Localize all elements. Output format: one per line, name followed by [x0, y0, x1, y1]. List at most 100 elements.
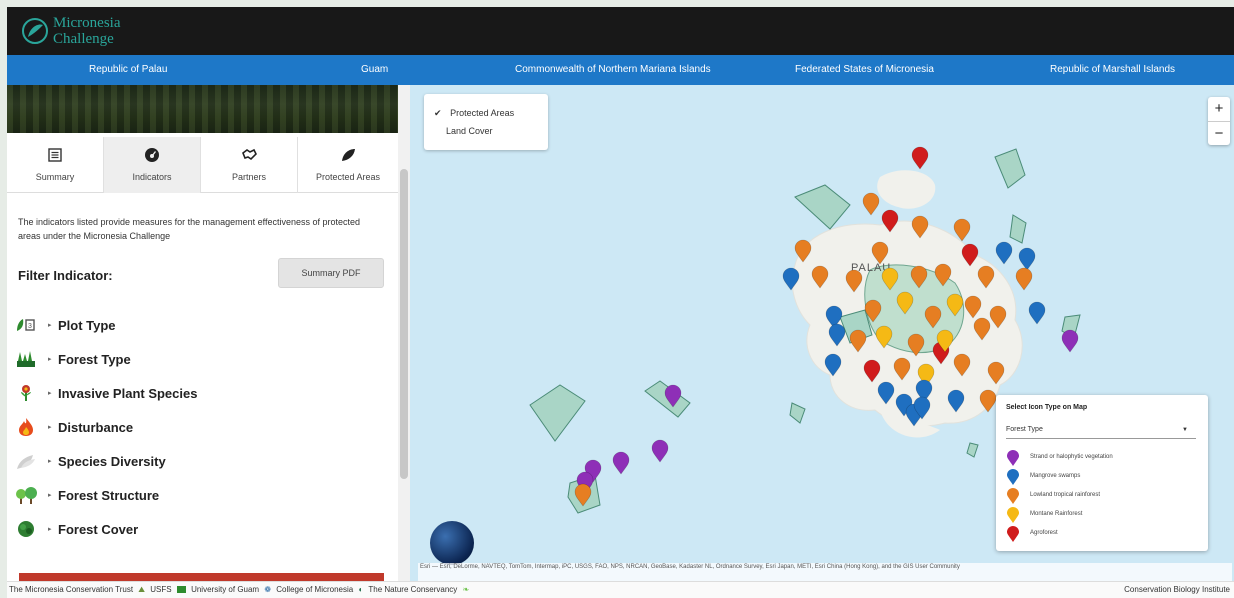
protected-area-rock — [789, 402, 806, 424]
map-marker[interactable] — [651, 439, 669, 463]
handshake-icon — [242, 148, 257, 161]
icon-type-select-value: Forest Type — [1006, 426, 1043, 433]
indicator-forest-type[interactable]: ▸ Forest Type — [15, 349, 335, 371]
zoom-out-button[interactable]: − — [1208, 121, 1230, 145]
indicator-forest-structure[interactable]: ▸ Forest Structure — [15, 485, 335, 507]
indicator-label: Disturbance — [58, 420, 134, 435]
indicator-label: Invasive Plant Species — [58, 386, 198, 401]
partner-com[interactable]: College of Micronesia — [276, 585, 353, 594]
legend-item-label: Agroforest — [1030, 530, 1058, 536]
footer: The Micronesia Conservation Trust ⛰ USFS… — [7, 581, 1234, 598]
tab-summary-label: Summary — [35, 172, 75, 182]
map-marker[interactable] — [862, 192, 880, 216]
north-land — [877, 170, 936, 209]
sidebar: Summary Indicators Partners Protected Ar… — [7, 85, 398, 581]
map-pin-icon — [1007, 469, 1019, 485]
logo-line-1: Micronesia — [53, 15, 121, 31]
layer-control: ✔ Protected Areas Land Cover — [424, 94, 548, 150]
protected-area-ne — [994, 148, 1026, 189]
map-view[interactable]: PALAU ✔ Protected Areas Land Cover + − E… — [410, 85, 1234, 581]
caret-down-icon: ▼ — [1182, 427, 1188, 433]
legend-item[interactable]: Lowland tropical rainforest — [1006, 488, 1196, 504]
map-marker[interactable] — [612, 451, 630, 475]
chevron-right-icon: ▸ — [48, 526, 52, 533]
svg-text:3: 3 — [28, 323, 32, 330]
logo-line-2: Challenge — [53, 31, 114, 47]
tab-protected-areas-label: Protected Areas — [315, 172, 381, 182]
icon-type-legend: Select Icon Type on Map Forest Type ▼ St… — [996, 395, 1208, 551]
protected-area-sm — [966, 442, 979, 458]
map-marker[interactable] — [1061, 329, 1079, 353]
protected-area-sw1 — [529, 384, 586, 442]
site-logo[interactable]: Micronesia Challenge — [17, 13, 167, 51]
map-marker[interactable] — [995, 241, 1013, 265]
legend-item[interactable]: Mangrove swamps — [1006, 469, 1196, 485]
app-frame: Micronesia Challenge Republic of Palau G… — [7, 7, 1234, 598]
species-diversity-icon — [17, 455, 35, 469]
sidebar-bottom-bar — [19, 573, 384, 581]
zoom-control: + − — [1208, 97, 1230, 145]
tab-summary[interactable]: Summary — [7, 137, 104, 193]
list-icon — [48, 148, 62, 162]
indicator-plot-type[interactable]: 3 ▸ Plot Type — [15, 315, 335, 337]
legend-item[interactable]: Montane Rainforest — [1006, 507, 1196, 523]
indicator-species-diversity[interactable]: ▸ Species Diversity — [15, 451, 335, 473]
map-marker[interactable] — [1028, 301, 1046, 325]
nav-item-cnmi[interactable]: Commonwealth of Northern Mariana Islands — [515, 64, 711, 75]
legend-item-label: Lowland tropical rainforest — [1030, 492, 1101, 498]
partner-uog[interactable]: University of Guam — [191, 585, 259, 594]
cbi-credit[interactable]: Conservation Biology Institute — [1124, 585, 1230, 594]
layer-label: Land Cover — [446, 126, 493, 136]
indicator-disturbance[interactable]: ▸ Disturbance — [15, 417, 335, 439]
hero-image — [7, 85, 398, 133]
partner-tnc[interactable]: The Nature Conservancy — [368, 585, 457, 594]
map-marker[interactable] — [911, 146, 929, 170]
legend-item[interactable]: Strand or halophytic vegetation — [1006, 450, 1196, 466]
summary-pdf-button[interactable]: Summary PDF — [278, 258, 384, 288]
tab-indicators[interactable]: Indicators — [104, 137, 201, 193]
partner-usfs[interactable]: USFS — [150, 585, 171, 594]
indicator-invasive-plant-species[interactable]: ▸ Invasive Plant Species — [15, 383, 335, 405]
zoom-in-button[interactable]: + — [1208, 97, 1230, 121]
nav-item-palau[interactable]: Republic of Palau — [89, 64, 167, 75]
legend-item[interactable]: Agroforest — [1006, 526, 1196, 542]
map-pin-icon — [1007, 526, 1019, 542]
sidebar-tabs: Summary Indicators Partners Protected Ar… — [7, 137, 398, 193]
legend-item-label: Montane Rainforest — [1030, 511, 1083, 517]
indicator-label: Forest Cover — [58, 522, 139, 537]
logo-leaf-icon — [22, 18, 48, 44]
legend-item-label: Mangrove swamps — [1030, 473, 1081, 479]
plot-type-icon: 3 — [17, 319, 35, 331]
tnc-icon: ◐ — [358, 585, 364, 594]
protected-area-east — [1009, 214, 1027, 244]
logo-text: Micronesia Challenge — [53, 15, 120, 47]
tab-partners[interactable]: Partners — [201, 137, 298, 193]
partner-mct[interactable]: The Micronesia Conservation Trust — [9, 585, 133, 594]
chevron-right-icon: ▸ — [48, 458, 52, 465]
legend-item-label: Strand or halophytic vegetation — [1030, 454, 1113, 460]
map-marker[interactable] — [1018, 247, 1036, 271]
indicator-label: Forest Type — [58, 352, 131, 367]
chevron-right-icon: ▸ — [48, 424, 52, 431]
tnc-leaf-icon: ❧ — [462, 585, 470, 594]
map-pin-icon — [1007, 488, 1019, 504]
map-attribution: Esri — Esri, DeLorme, NAVTEQ, TomTom, In… — [418, 563, 1232, 581]
nav-item-fsm[interactable]: Federated States of Micronesia — [795, 64, 934, 75]
tab-protected-areas[interactable]: Protected Areas — [298, 137, 398, 193]
layer-land-cover[interactable]: Land Cover — [446, 126, 493, 140]
nav-item-guam[interactable]: Guam — [361, 64, 388, 75]
legend-title: Select Icon Type on Map — [1006, 404, 1088, 411]
map-marker[interactable] — [1015, 267, 1033, 291]
indicator-label: Plot Type — [58, 318, 116, 333]
header-bar: Micronesia Challenge — [7, 7, 1234, 55]
indicator-label: Forest Structure — [58, 488, 160, 503]
nav-item-marshall-islands[interactable]: Republic of Marshall Islands — [1050, 64, 1175, 75]
sidebar-scrollbar[interactable] — [398, 85, 410, 581]
indicator-forest-cover[interactable]: ▸ Forest Cover — [15, 519, 335, 541]
layer-protected-areas[interactable]: ✔ Protected Areas — [434, 108, 514, 122]
scrollbar-thumb[interactable] — [400, 169, 408, 479]
icon-type-select[interactable]: Forest Type ▼ — [1006, 423, 1196, 439]
partner-list: The Micronesia Conservation Trust ⛰ USFS… — [9, 585, 472, 595]
chevron-right-icon: ▸ — [48, 356, 52, 363]
basemap-globe-icon[interactable] — [430, 521, 474, 565]
